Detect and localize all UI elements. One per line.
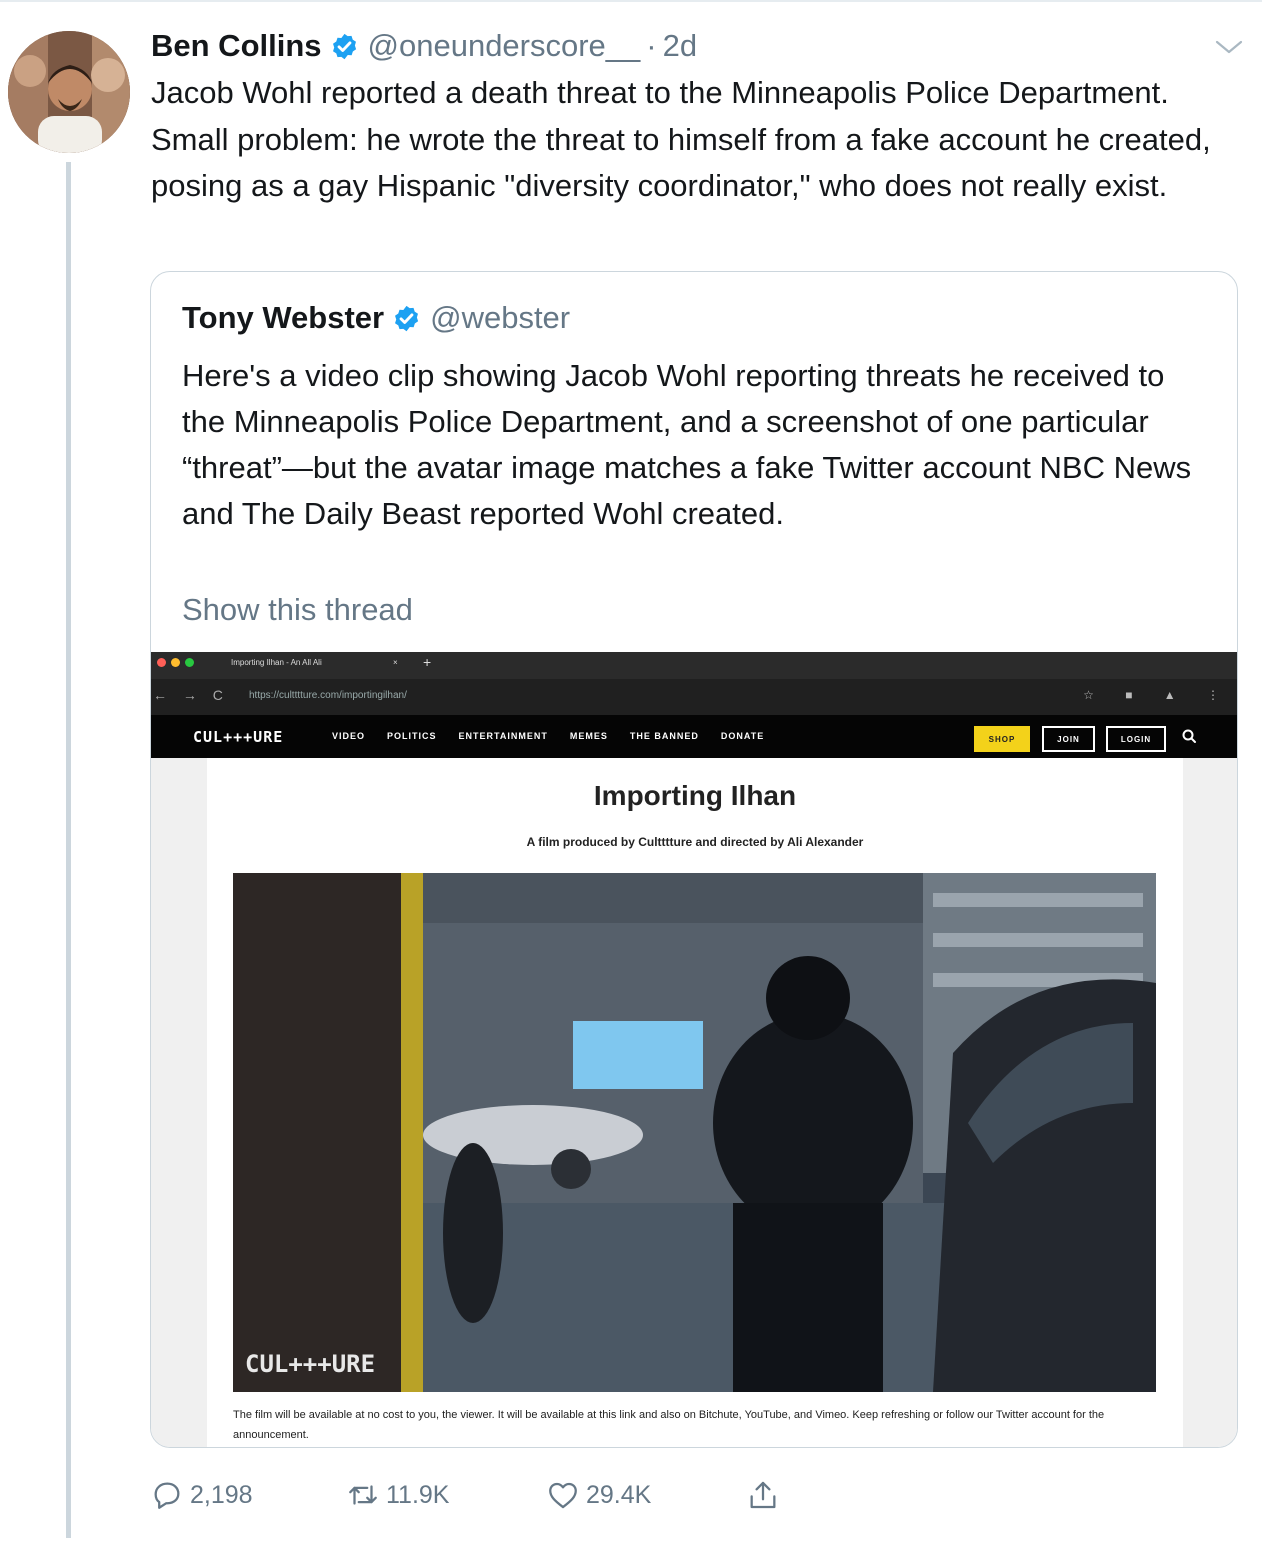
window-close-dot: [157, 658, 166, 667]
site-nav-links: VIDEO POLITICS ENTERTAINMENT MEMES THE B…: [332, 731, 764, 741]
tweet-text: Jacob Wohl reported a death threat to th…: [151, 75, 1211, 203]
search-icon: [1182, 729, 1196, 743]
browser-tab-bar: Importing Ilhan - An All Ali × +: [151, 652, 1237, 679]
quote-media-image[interactable]: Importing Ilhan - An All Ali × + ← → C h…: [151, 652, 1237, 1447]
site-logo: CUL+++URE: [193, 728, 284, 746]
reply-icon: [154, 1482, 180, 1509]
show-thread-link[interactable]: Show this thread: [182, 592, 413, 628]
browser-toolbar-icons: ☆ ■ ▲ ⋮: [1083, 688, 1233, 702]
top-divider: [0, 0, 1262, 2]
retweet-button[interactable]: 11.9K: [346, 1475, 449, 1515]
browser-tab-title: Importing Ilhan - An All Ali: [231, 658, 322, 667]
verified-badge-icon: [332, 33, 356, 59]
quote-header: Tony Webster @webster: [182, 296, 570, 340]
site-nav-link: THE BANNED: [629, 731, 699, 741]
browser-tab-close-icon: ×: [393, 658, 398, 667]
tweet-time[interactable]: 2d: [663, 28, 697, 64]
window-zoom-dot: [185, 658, 194, 667]
site-login-button: LOGIN: [1106, 726, 1166, 752]
video-frame: CUL+++URE: [233, 873, 1156, 1392]
heart-icon: [549, 1482, 577, 1509]
retweet-count: 11.9K: [386, 1480, 450, 1509]
site-nav-link: POLITICS: [387, 731, 437, 741]
browser-url: https://cultttture.com/importingilhan/: [249, 690, 407, 701]
reply-count: 2,198: [190, 1480, 253, 1509]
time-separator: ·: [646, 28, 657, 63]
browser-address-bar: ← → C https://cultttture.com/importingil…: [151, 679, 1237, 715]
thread-line: [66, 162, 71, 1538]
quote-author-name[interactable]: Tony Webster: [182, 300, 384, 336]
site-nav-link: DONATE: [720, 731, 765, 741]
window-minimize-dot: [171, 658, 180, 667]
site-shop-button: SHOP: [974, 726, 1030, 752]
browser-new-tab-icon: +: [423, 654, 432, 670]
quoted-tweet-card[interactable]: Tony Webster @webster Here's a video cli…: [150, 271, 1238, 1448]
share-button[interactable]: [746, 1475, 780, 1515]
site-nav-bar: CUL+++URE VIDEO POLITICS ENTERTAINMENT M…: [151, 715, 1237, 758]
author-name[interactable]: Ben Collins: [151, 28, 322, 64]
quote-text: Here's a video clip showing Jacob Wohl r…: [182, 358, 1192, 531]
site-nav-link: VIDEO: [332, 731, 366, 741]
like-count: 29.4K: [586, 1480, 652, 1509]
film-subtitle: A film produced by Cultttture and direct…: [526, 835, 864, 849]
verified-badge-icon: [395, 305, 419, 331]
retweet-icon: [349, 1485, 377, 1505]
chevron-down-icon[interactable]: [1214, 36, 1244, 58]
film-availability-note: The film will be available at no cost to…: [233, 1409, 1105, 1441]
site-nav-link: MEMES: [569, 731, 608, 741]
share-icon: [750, 1481, 776, 1509]
tweet-actions: 2,198 11.9K 29.4K: [150, 1475, 850, 1515]
like-button[interactable]: 29.4K: [546, 1475, 651, 1515]
reply-button[interactable]: 2,198: [150, 1475, 253, 1515]
author-avatar[interactable]: [8, 31, 130, 153]
quote-author-handle[interactable]: @webster: [430, 300, 570, 336]
avatar-image: [8, 31, 130, 153]
site-nav-link: ENTERTAINMENT: [458, 731, 548, 741]
tweet-header: Ben Collins @oneunderscore__ · 2d: [151, 24, 697, 68]
video-watermark-logo: CUL+++URE: [245, 1350, 376, 1378]
browser-nav-icons: ← → C: [153, 687, 229, 703]
author-handle[interactable]: @oneunderscore__: [368, 28, 641, 64]
video-scene-image: [233, 873, 1156, 1392]
film-title: Importing Ilhan: [593, 780, 797, 811]
site-join-button: JOIN: [1042, 726, 1095, 752]
